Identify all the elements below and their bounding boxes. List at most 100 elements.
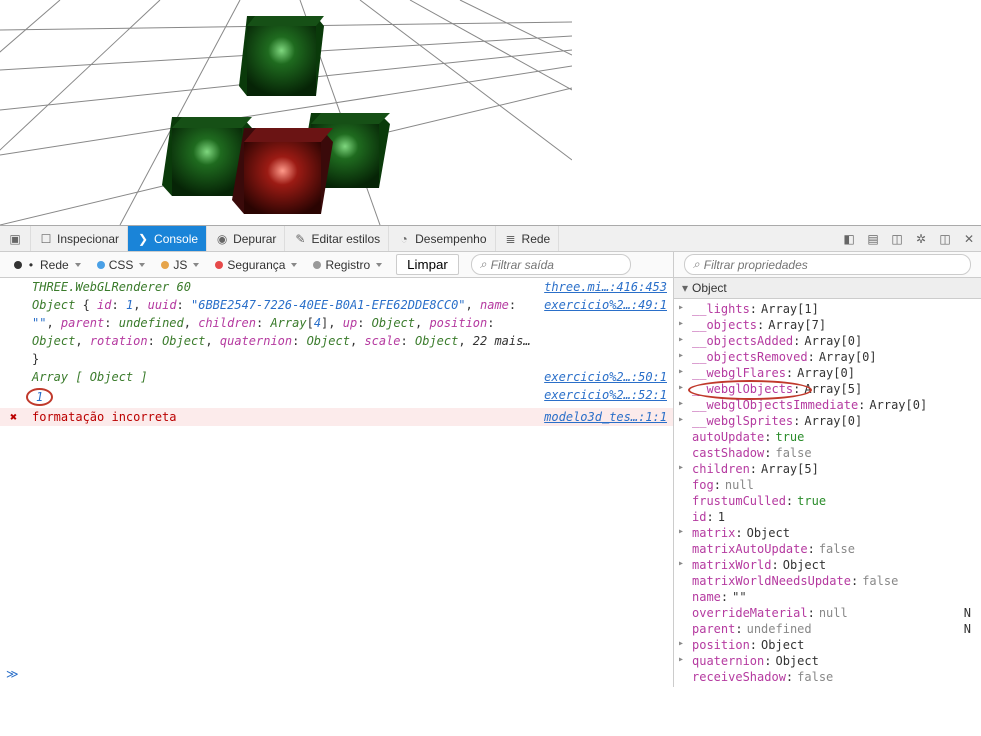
triangle-right-icon[interactable]: ▸	[678, 654, 684, 665]
source-link[interactable]: exercicio%2…:49:1	[544, 298, 667, 312]
property-row[interactable]: ▸__webglObjectsImmediate: Array[0]	[674, 397, 981, 413]
object-header[interactable]: ▾ Object	[674, 278, 981, 299]
triangle-right-icon[interactable]: ▸	[678, 334, 684, 345]
filter-security[interactable]: Segurança	[207, 252, 305, 277]
filter-properties-search[interactable]: ⌕	[684, 254, 971, 275]
triangle-right-icon[interactable]: ▸	[678, 318, 684, 329]
tab-label: Inspecionar	[57, 232, 119, 246]
pause-icon: ◉	[215, 232, 229, 246]
console-tab[interactable]: ❯Console	[128, 226, 207, 251]
clear-button[interactable]: Limpar	[396, 254, 459, 275]
property-value: Array[0]	[819, 350, 877, 364]
console-prompt[interactable]: ≫	[0, 667, 24, 687]
debugger-tab[interactable]: ◉Depurar	[207, 226, 285, 251]
settings-button[interactable]: ✲	[909, 227, 933, 251]
chevron-down-icon	[193, 263, 199, 267]
triangle-right-icon[interactable]: ▸	[678, 462, 684, 473]
property-row[interactable]: ▸matrix: Object	[674, 525, 981, 541]
console-line[interactable]: 1 exercicio%2…:52:1	[0, 386, 673, 408]
filter-css[interactable]: CSS	[89, 252, 154, 277]
property-name: position	[692, 638, 750, 652]
source-link[interactable]: exercicio%2…:50:1	[544, 370, 667, 384]
property-row[interactable]: matrixWorldNeedsUpdate: false	[674, 573, 981, 589]
property-row[interactable]: matrixAutoUpdate: false	[674, 541, 981, 557]
property-row[interactable]: ▸__objectsRemoved: Array[0]	[674, 349, 981, 365]
property-row[interactable]: ▸children: Array[5]	[674, 461, 981, 477]
property-row[interactable]: ▸__lights: Array[1]	[674, 301, 981, 317]
property-row[interactable]: castShadow: false	[674, 445, 981, 461]
filter-js[interactable]: JS	[153, 252, 207, 277]
console-line[interactable]: THREE.WebGLRenderer 60 three.mi…:416:453	[0, 278, 673, 296]
dock-side-button[interactable]: ◧	[837, 227, 861, 251]
triangle-right-icon[interactable]: ▸	[678, 366, 684, 377]
webgl-viewport[interactable]	[0, 0, 572, 225]
filter-logging[interactable]: Registro	[305, 252, 390, 277]
triangle-right-icon[interactable]: ▸	[678, 526, 684, 537]
triangle-right-icon[interactable]: ▸	[678, 302, 684, 313]
property-row[interactable]: fog: null	[674, 477, 981, 493]
devtools-toolbar: ▣ ☐Inspecionar ❯Console ◉Depurar ✎Editar…	[0, 226, 981, 252]
property-name: matrixAutoUpdate	[692, 542, 808, 556]
property-row[interactable]: frustumCulled: true	[674, 493, 981, 509]
separate-window-button[interactable]: ◫	[885, 227, 909, 251]
property-name: __webglFlares	[692, 366, 786, 380]
property-row[interactable]: ▸__objects: Array[7]	[674, 317, 981, 333]
toggle-pane-button[interactable]: ▣	[0, 226, 31, 251]
property-row[interactable]: ▸quaternion: Object	[674, 653, 981, 669]
property-row[interactable]: ▸position: Object	[674, 637, 981, 653]
property-row[interactable]: receiveShadow: false	[674, 669, 981, 685]
triangle-right-icon[interactable]: ▸	[678, 398, 684, 409]
dock-bottom-button[interactable]: ▤	[861, 227, 885, 251]
console-error-line[interactable]: formatação incorreta modelo3d_tes…:1:1	[0, 408, 673, 426]
network-tab[interactable]: ≣Rede	[496, 226, 560, 251]
filter-label: CSS	[109, 258, 134, 272]
triangle-right-icon[interactable]: ▸	[678, 350, 684, 361]
chevron-right-icon: ❯	[136, 232, 150, 246]
source-link[interactable]: three.mi…:416:453	[544, 280, 667, 294]
triangle-right-icon[interactable]: ▸	[678, 382, 684, 393]
search-icon: ⌕	[693, 257, 700, 272]
property-name: fog	[692, 478, 714, 492]
property-row[interactable]: ▸__webglFlares: Array[0]	[674, 365, 981, 381]
triangle-right-icon[interactable]: ▸	[678, 638, 684, 649]
dock-side-icon: ◧	[843, 232, 854, 246]
close-button[interactable]: ✕	[957, 227, 981, 251]
source-link[interactable]: modelo3d_tes…:1:1	[544, 410, 667, 424]
performance-tab[interactable]: ◔Desempenho	[389, 226, 495, 251]
property-row[interactable]: id: 1	[674, 509, 981, 525]
property-row[interactable]: ▸__webglSprites: Array[0]	[674, 413, 981, 429]
property-value: Array[0]	[869, 398, 927, 412]
property-name: matrixWorld	[692, 558, 771, 572]
close-icon: ✕	[964, 232, 974, 246]
property-row[interactable]: parent: undefinedN	[674, 621, 981, 637]
property-row[interactable]: name: ""	[674, 589, 981, 605]
property-name: children	[692, 462, 750, 476]
property-row[interactable]: ▸__webglObjects: Array[5]	[674, 381, 981, 397]
triangle-right-icon[interactable]: ▸	[678, 558, 684, 569]
console-line[interactable]: Array [ Object ] exercicio%2…:50:1	[0, 368, 673, 386]
filter-output-search[interactable]: ⌕	[471, 254, 631, 275]
filter-label: Registro	[325, 258, 370, 272]
tab-label: Editar estilos	[311, 232, 380, 246]
property-value: true	[775, 430, 804, 444]
inspector-tab[interactable]: ☐Inspecionar	[31, 226, 128, 251]
property-row[interactable]: ▸__objectsAdded: Array[0]	[674, 333, 981, 349]
property-row[interactable]: overrideMaterial: nullN	[674, 605, 981, 621]
property-name: __objects	[692, 318, 757, 332]
console-output[interactable]: THREE.WebGLRenderer 60 three.mi…:416:453…	[0, 278, 673, 687]
properties-list[interactable]: ▸__lights: Array[1]▸__objects: Array[7]▸…	[674, 299, 981, 687]
filter-net[interactable]: •Rede	[6, 252, 89, 277]
property-value: 1	[718, 510, 725, 524]
property-row[interactable]: autoUpdate: true	[674, 429, 981, 445]
property-tag: N	[964, 622, 977, 636]
filter-output-input[interactable]	[491, 258, 622, 272]
style-editor-tab[interactable]: ✎Editar estilos	[285, 226, 389, 251]
property-name: receiveShadow	[692, 670, 786, 684]
filter-properties-input[interactable]	[704, 258, 962, 272]
property-value: undefined	[747, 622, 812, 636]
split-button[interactable]: ◫	[933, 227, 957, 251]
console-line[interactable]: Object { id: 1, uuid: "6BBE2547-7226-40E…	[0, 296, 673, 314]
source-link[interactable]: exercicio%2…:52:1	[544, 388, 667, 402]
triangle-right-icon[interactable]: ▸	[678, 414, 684, 425]
property-row[interactable]: ▸matrixWorld: Object	[674, 557, 981, 573]
